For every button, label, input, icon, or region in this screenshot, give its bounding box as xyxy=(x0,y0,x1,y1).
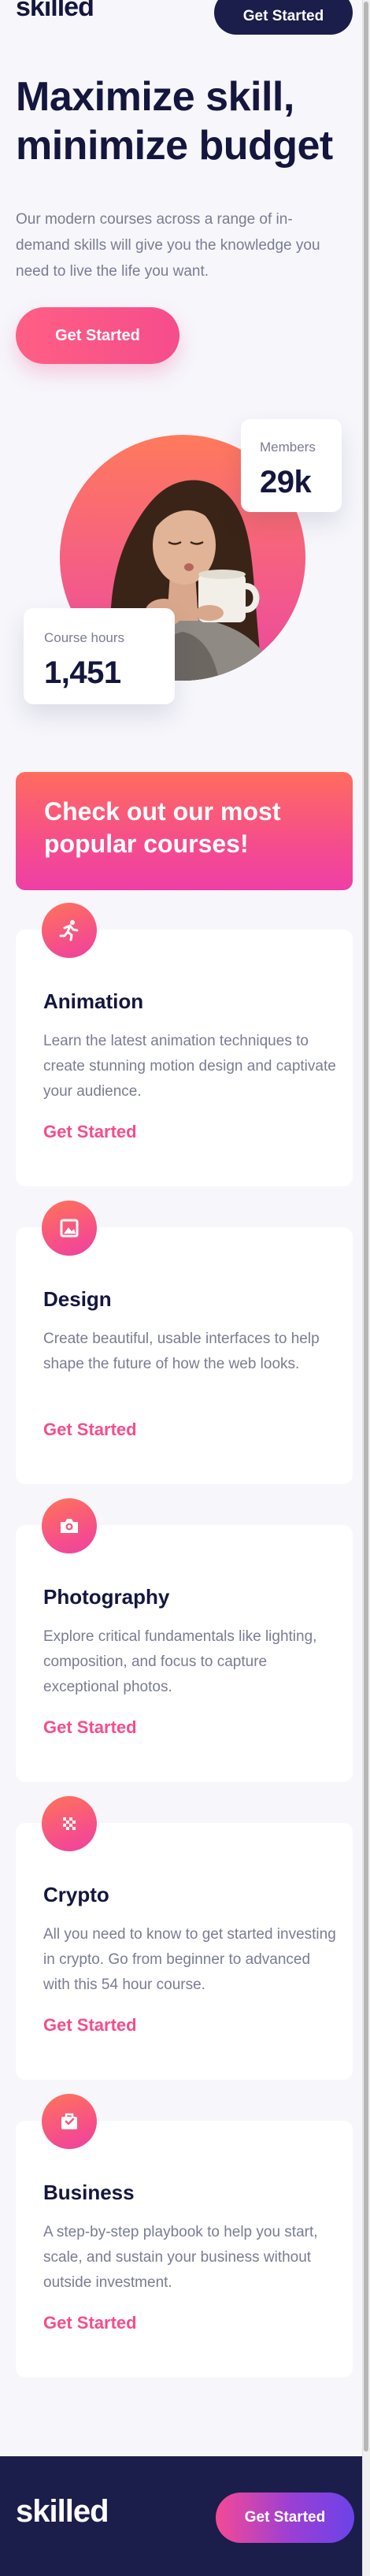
course-card-animation: Animation Learn the latest animation tec… xyxy=(16,903,353,1186)
scrollbar-thumb[interactable] xyxy=(364,2,368,2452)
course-hours-value: 1,451 xyxy=(44,655,121,690)
course-get-started-link[interactable]: Get Started xyxy=(43,2313,137,2333)
crypto-dots-icon xyxy=(42,1796,97,1851)
camera-icon xyxy=(42,1498,97,1553)
footer-logo[interactable]: skilled xyxy=(16,2494,109,2530)
briefcase-icon xyxy=(42,2094,97,2149)
hero-get-started-button[interactable]: Get Started xyxy=(16,307,179,364)
course-hours-stat-card: Course hours 1,451 xyxy=(24,608,175,704)
page: skilled Get Started Maximize skill, mini… xyxy=(0,0,362,2576)
course-title: Animation xyxy=(43,989,144,1013)
site-footer: skilled Get Started xyxy=(0,2456,362,2576)
popular-courses-heading: Check out our most popular courses! xyxy=(44,797,281,858)
course-card-crypto: Crypto All you need to know to get start… xyxy=(16,1796,353,2080)
course-title: Crypto xyxy=(43,1883,109,1906)
logo[interactable]: skilled xyxy=(16,0,94,23)
course-description: Explore critical fundamentals like light… xyxy=(43,1628,317,1695)
header-get-started-button[interactable]: Get Started xyxy=(214,0,353,35)
site-header: skilled Get Started xyxy=(0,0,362,35)
course-get-started-link[interactable]: Get Started xyxy=(43,1717,137,1738)
members-value: 29k xyxy=(260,465,312,499)
course-description: Create beautiful, usable interfaces to h… xyxy=(43,1331,320,1372)
members-stat-card: Members 29k xyxy=(241,419,342,512)
course-get-started-link[interactable]: Get Started xyxy=(43,1122,137,1142)
hero-description: Our modern courses across a range of in-… xyxy=(16,211,320,280)
course-get-started-link[interactable]: Get Started xyxy=(43,1420,137,1440)
course-title: Business xyxy=(43,2181,135,2204)
running-figure-icon xyxy=(42,903,97,958)
course-title: Design xyxy=(43,1287,112,1311)
course-get-started-link[interactable]: Get Started xyxy=(43,2015,137,2036)
course-card-business: Business A step-by-step playbook to help… xyxy=(16,2094,353,2377)
course-description: A step-by-step playbook to help you star… xyxy=(43,2224,318,2291)
course-hours-label: Course hours xyxy=(44,630,125,645)
hero-title: Maximize skill, minimize budget xyxy=(16,74,333,169)
course-card-photography: Photography Explore critical fundamental… xyxy=(16,1498,353,1782)
members-label: Members xyxy=(260,440,316,455)
course-card-design: Design Create beautiful, usable interfac… xyxy=(16,1201,353,1484)
hero-visual: Members 29k Course hours 1,451 xyxy=(0,410,362,741)
course-description: Learn the latest animation techniques to… xyxy=(43,1033,336,1100)
page-scrollbar[interactable] xyxy=(362,0,370,2576)
popular-courses-banner: Check out our most popular courses! xyxy=(16,772,353,890)
course-title: Photography xyxy=(43,1585,170,1609)
image-frame-icon xyxy=(42,1201,97,1256)
course-description: All you need to know to get started inve… xyxy=(43,1926,336,1993)
footer-get-started-button[interactable]: Get Started xyxy=(216,2492,354,2543)
